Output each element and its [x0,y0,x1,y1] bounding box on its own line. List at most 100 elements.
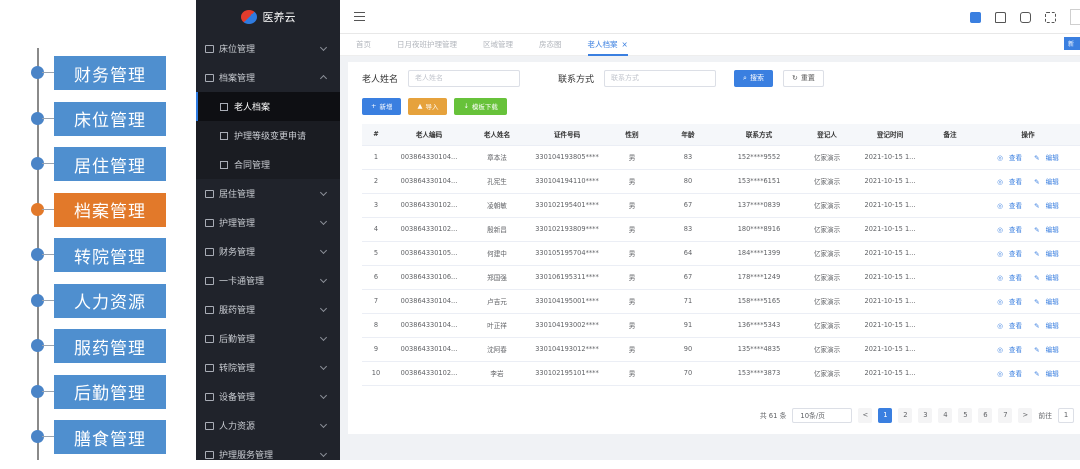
import-button[interactable]: ▲ 导入 [408,97,448,115]
sidebar-menu-item[interactable]: 床位管理 [196,34,340,63]
table-cell: 亿家演示 [798,217,856,242]
sidebar-menu-item[interactable]: 转院管理 [196,353,340,382]
close-icon[interactable]: × [622,40,628,49]
notification-icon[interactable] [970,11,981,23]
edit-icon: ✎ [1034,370,1040,378]
table-cell: 2 [362,169,390,194]
sidebar-menu-item[interactable]: 设备管理 [196,382,340,411]
page-button[interactable]: 1 [878,407,893,423]
table-cell: 2021-10-15 1... [856,361,924,386]
lock-icon[interactable] [995,11,1006,23]
table-row: 5 003864330105... 何建中 330105195704**** 男 64 18… [362,241,1080,266]
search-button[interactable]: ⌕ 搜索 [734,69,773,87]
view-link[interactable]: ◎ 查看 [994,274,1025,282]
menu-toggle-icon[interactable] [354,12,365,21]
edit-link[interactable]: ✎ 编辑 [1031,226,1062,234]
sidebar-subitem[interactable]: 合同管理 [196,150,340,179]
page-button[interactable]: 4 [938,407,953,423]
edit-link[interactable]: ✎ 编辑 [1031,178,1062,186]
timeline-item[interactable]: 财务管理 [24,56,184,90]
timeline-item[interactable]: 转院管理 [24,238,184,272]
timeline-item[interactable]: 服药管理 [24,329,184,363]
template-download-button[interactable]: ↓ 模板下载 [454,97,507,115]
view-icon: ◎ [997,154,1003,162]
fullscreen-icon[interactable] [1045,11,1056,23]
sidebar-menu-item[interactable]: 档案管理 [196,63,340,92]
tab-label: 区域管理 [483,40,513,49]
timeline-item[interactable]: 后勤管理 [24,374,184,409]
tab[interactable]: 区域管理 [483,39,513,50]
new-tab-button[interactable]: 新 [1064,37,1080,50]
edit-link[interactable]: ✎ 编辑 [1031,322,1062,330]
edit-link[interactable]: ✎ 编辑 [1031,346,1062,354]
table-cell: 330104195001**** [526,289,608,314]
timeline-item[interactable]: 床位管理 [24,101,184,136]
page-button[interactable]: 2 [898,407,913,423]
view-link[interactable]: ◎ 查看 [994,178,1025,186]
view-link[interactable]: ◎ 查看 [994,322,1025,330]
view-link[interactable]: ◎ 查看 [994,154,1025,162]
sidebar-menu-item[interactable]: 一卡通管理 [196,266,340,295]
sidebar-menu-item[interactable]: 后勤管理 [196,324,340,353]
table-cell: 5 [362,241,390,266]
column-header: 备注 [924,124,976,146]
view-icon: ◎ [997,322,1003,330]
chevron-icon [319,304,328,313]
name-search-input[interactable]: 老人姓名 [408,69,521,87]
edit-link[interactable]: ✎ 编辑 [1031,154,1062,162]
page-button[interactable]: 6 [978,407,993,423]
sidebar-menu-item[interactable]: 人力资源 [196,411,340,440]
sidebar-menu-item[interactable]: 财务管理 [196,237,340,266]
table-row: 8 003864330104... 叶正祥 330104193002**** 男 91 13… [362,313,1080,338]
tab[interactable]: 日月夜班护理管理 [397,39,457,50]
table-cell: 卢吉元 [468,289,526,314]
table-row: 2 003864330104... 孔宪生 330104194110**** 男 80 15… [362,169,1080,194]
view-link[interactable]: ◎ 查看 [994,250,1025,258]
table-cell: 2021-10-15 1... [856,265,924,290]
table-cell: 003864330102... [390,217,468,242]
add-button[interactable]: + 新增 [362,97,402,115]
timeline-item[interactable]: 居住管理 [24,147,184,181]
timeline-item[interactable]: 档案管理 [24,192,184,227]
table-cell: 91 [656,313,720,338]
view-link[interactable]: ◎ 查看 [994,202,1025,210]
jump-page-input[interactable]: 1 [1058,407,1074,423]
theme-icon[interactable] [1020,11,1031,23]
sidebar-menu-item[interactable]: 护理服务管理 [196,440,340,469]
view-link-label: 查看 [1008,250,1023,258]
table-cell: 330105195704**** [526,241,608,266]
prev-page-button[interactable]: < [858,407,873,423]
tab[interactable]: 老人档案 × [587,39,628,56]
sidebar-menu-item[interactable]: 居住管理 [196,179,340,208]
sidebar-subitem[interactable]: 老人档案 [196,92,340,121]
phone-search-input[interactable]: 联系方式 [604,69,717,87]
edit-link[interactable]: ✎ 编辑 [1031,370,1062,378]
tab[interactable]: 首页 [356,39,371,50]
view-link[interactable]: ◎ 查看 [994,370,1025,378]
view-link[interactable]: ◎ 查看 [994,346,1025,354]
view-link[interactable]: ◎ 查看 [994,226,1025,234]
page-button[interactable]: 3 [918,407,933,423]
sidebar-subitem[interactable]: 护理等级变更申请 [196,121,340,150]
app-logo[interactable]: 医养云 [196,0,340,34]
view-link[interactable]: ◎ 查看 [994,298,1025,306]
edit-link[interactable]: ✎ 编辑 [1031,250,1062,258]
table-cell: 7 [362,289,390,314]
timeline-item[interactable]: 人力资源 [24,283,184,318]
edit-icon: ✎ [1034,250,1040,258]
timeline-item[interactable]: 膳食管理 [24,420,184,454]
edit-link[interactable]: ✎ 编辑 [1031,202,1062,210]
page-button[interactable]: 5 [958,407,973,423]
topbar-search-box[interactable] [1070,9,1080,25]
page-size-select[interactable]: 10条/页 [792,407,853,423]
table-cell: 137****0839 [720,193,798,218]
edit-link[interactable]: ✎ 编辑 [1031,274,1062,282]
tab[interactable]: 房态图 [539,39,562,50]
sidebar-menu-item[interactable]: 服药管理 [196,295,340,324]
next-page-button[interactable]: > [1018,407,1033,423]
sidebar-menu-item[interactable]: 护理管理 [196,208,340,237]
page-button[interactable]: 7 [998,407,1013,423]
table-cell: 2021-10-15 1... [856,241,924,266]
edit-link[interactable]: ✎ 编辑 [1031,298,1062,306]
reset-button[interactable]: ↻ 重置 [782,69,824,87]
